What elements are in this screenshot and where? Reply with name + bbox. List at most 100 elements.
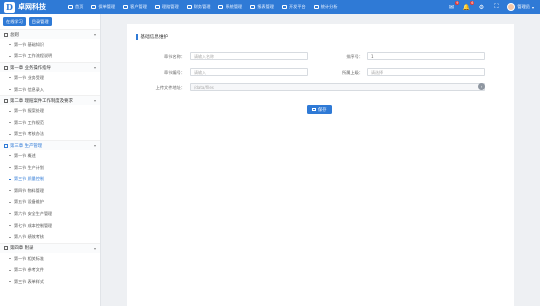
sidebar-item[interactable]: 第一节 业务受理: [0, 72, 100, 84]
sidebar-chapter-label: 第四章 附录: [10, 246, 34, 252]
name-input[interactable]: 请输入名称: [190, 52, 308, 60]
bullet-icon: [9, 178, 11, 180]
sidebar-chapter[interactable]: 第四章 附录 ▾: [0, 242, 100, 253]
sidebar-item-label: 第三节 考核办法: [14, 131, 44, 137]
folder-icon: [4, 143, 8, 148]
sidebar-chapter-label: 第三章 生产管理: [10, 143, 43, 149]
sidebar-chapter[interactable]: 总则 ▾: [0, 29, 100, 39]
notification-button[interactable]: 🔔 6: [461, 1, 475, 12]
sidebar-item[interactable]: 第三节 质量控制: [0, 173, 100, 185]
nav-label: 首页: [75, 4, 84, 9]
mail-icon: ✉: [448, 3, 454, 11]
path-input[interactable]: /data/files: [190, 83, 485, 91]
gear-icon: ⚙: [478, 3, 485, 11]
sidebar-item[interactable]: 第七节 成本控制管理: [0, 220, 100, 232]
nav-item-dev[interactable]: 开发平台: [278, 0, 310, 14]
nav-item-system[interactable]: 系统管理: [214, 0, 246, 14]
sidebar-item[interactable]: 第六节 安全生产管理: [0, 208, 100, 220]
header-tools: ✉ 9 🔔 6 ⚙ ⛶ 管理员 ▾: [441, 0, 534, 14]
bullet-icon: [9, 55, 11, 57]
bullet-icon: [9, 201, 11, 203]
panel-title: 基础信息维护: [136, 34, 168, 40]
sidebar-item[interactable]: 第二节 工作流程说明: [0, 51, 100, 63]
sidebar-item-label: 第四节 物料管理: [14, 187, 44, 193]
catalog-button[interactable]: 目录管理: [28, 17, 52, 26]
sidebar-item[interactable]: 第二节 信息录入: [0, 84, 100, 96]
fullscreen-button[interactable]: ⛶: [491, 2, 501, 12]
report-icon: [250, 5, 256, 9]
sidebar-item-label: 第一节 业务受理: [14, 74, 44, 80]
form-panel: 基础信息维护 章节名称： 请输入名称 排序号： 1 章节编号： 请输入 所属上级…: [127, 24, 514, 306]
bullet-icon: [9, 167, 11, 169]
gear-icon: [218, 5, 224, 9]
save-button[interactable]: 保存: [307, 105, 332, 114]
logo-mark-icon: D: [4, 1, 15, 13]
app-title: 卓网科技: [18, 3, 46, 11]
sidebar-item[interactable]: 第一节 概述: [0, 150, 100, 162]
sidebar-item-label: 第五节 设备维护: [14, 199, 44, 205]
sidebar-actions: 在线学习 目录管理: [0, 14, 100, 29]
sidebar-item-label: 第二节 信息录入: [14, 86, 44, 92]
sidebar-item[interactable]: 第一节 报案处理: [0, 105, 100, 117]
chevron-down-icon[interactable]: ▾: [94, 98, 96, 103]
sidebar-item[interactable]: 第一节 相关标准: [0, 253, 100, 265]
mail-button[interactable]: ✉ 9: [446, 1, 460, 12]
bullet-icon: [9, 133, 11, 135]
sidebar-item[interactable]: 第三节 考核办法: [0, 129, 100, 141]
chevron-down-icon[interactable]: ▾: [94, 65, 96, 70]
folder-icon: [4, 246, 8, 251]
bullet-icon: [9, 213, 11, 215]
nav-label: 报表管理: [257, 4, 274, 9]
sidebar-item-label: 第六节 安全生产管理: [14, 210, 53, 216]
code-input[interactable]: 请输入: [190, 68, 308, 76]
chevron-down-icon[interactable]: ▾: [532, 5, 534, 10]
code-icon: [281, 5, 287, 9]
browse-button[interactable]: ›: [478, 83, 485, 90]
sidebar-item-label: 第二节 工作规范: [14, 119, 44, 125]
sidebar-item-label: 第二节 参考文件: [14, 267, 44, 273]
home-icon: [68, 5, 73, 9]
nav-label: 开发平台: [288, 4, 306, 9]
sidebar-chapter[interactable]: 第三章 生产管理 ▾: [0, 140, 100, 151]
settings-button[interactable]: ⚙: [476, 2, 486, 12]
nav-item-customer[interactable]: 客户管理: [119, 0, 151, 14]
sidebar-item-label: 第七节 成本控制管理: [14, 222, 53, 228]
arrow-right-icon: ›: [480, 84, 483, 89]
sidebar-chapter[interactable]: 第一章 业务操作指导 ▾: [0, 62, 100, 73]
bullet-icon: [9, 122, 11, 124]
sidebar-chapter[interactable]: 第二章 理赔案件工作制度及要求 ▾: [0, 95, 100, 106]
chevron-down-icon[interactable]: ▾: [94, 32, 96, 37]
sidebar-item[interactable]: 第三节 表单样式: [0, 276, 100, 288]
sidebar-item[interactable]: 第二节 参考文件: [0, 265, 100, 277]
sidebar-item[interactable]: 第八节 绩效考核: [0, 231, 100, 243]
sidebar-item[interactable]: 第四节 物料管理: [0, 185, 100, 197]
avatar[interactable]: [507, 3, 516, 11]
online-learning-button[interactable]: 在线学习: [3, 17, 26, 26]
nav-label: 统计分析: [320, 4, 338, 9]
sort-input[interactable]: 1: [367, 52, 485, 60]
wallet-icon: [186, 5, 192, 9]
sidebar-item[interactable]: 第二节 工作规范: [0, 117, 100, 129]
bullet-icon: [9, 89, 11, 91]
sidebar-item[interactable]: 第一节 基础知识: [0, 39, 100, 51]
nav-item-policy[interactable]: 保单管理: [87, 0, 119, 14]
sidebar-item-label: 第二节 生产计划: [14, 164, 44, 170]
nav-item-finance[interactable]: 财务管理: [183, 0, 215, 14]
nav-item-claims[interactable]: 理赔管理: [151, 0, 183, 14]
sort-label: 排序号：: [346, 54, 363, 59]
parent-select[interactable]: 请选择: [367, 68, 485, 76]
nav-item-stats[interactable]: 统计分析: [310, 0, 342, 14]
nav-item-home[interactable]: 首页: [64, 0, 87, 14]
sidebar-item[interactable]: 第五节 设备维护: [0, 197, 100, 209]
nav-label: 保单管理: [98, 4, 116, 9]
nav-item-reports[interactable]: 报表管理: [246, 0, 278, 14]
user-name[interactable]: 管理员: [517, 4, 530, 10]
folder-icon: [4, 32, 8, 37]
sidebar-chapter-label: 第二章 理赔案件工作制度及要求: [10, 98, 73, 104]
chevron-down-icon[interactable]: ▾: [94, 143, 96, 148]
app-logo[interactable]: D 卓网科技: [0, 0, 64, 14]
document-icon: [91, 5, 97, 9]
sidebar-item[interactable]: 第二节 生产计划: [0, 162, 100, 174]
chevron-down-icon[interactable]: ▾: [94, 246, 96, 251]
bullet-icon: [9, 77, 11, 79]
